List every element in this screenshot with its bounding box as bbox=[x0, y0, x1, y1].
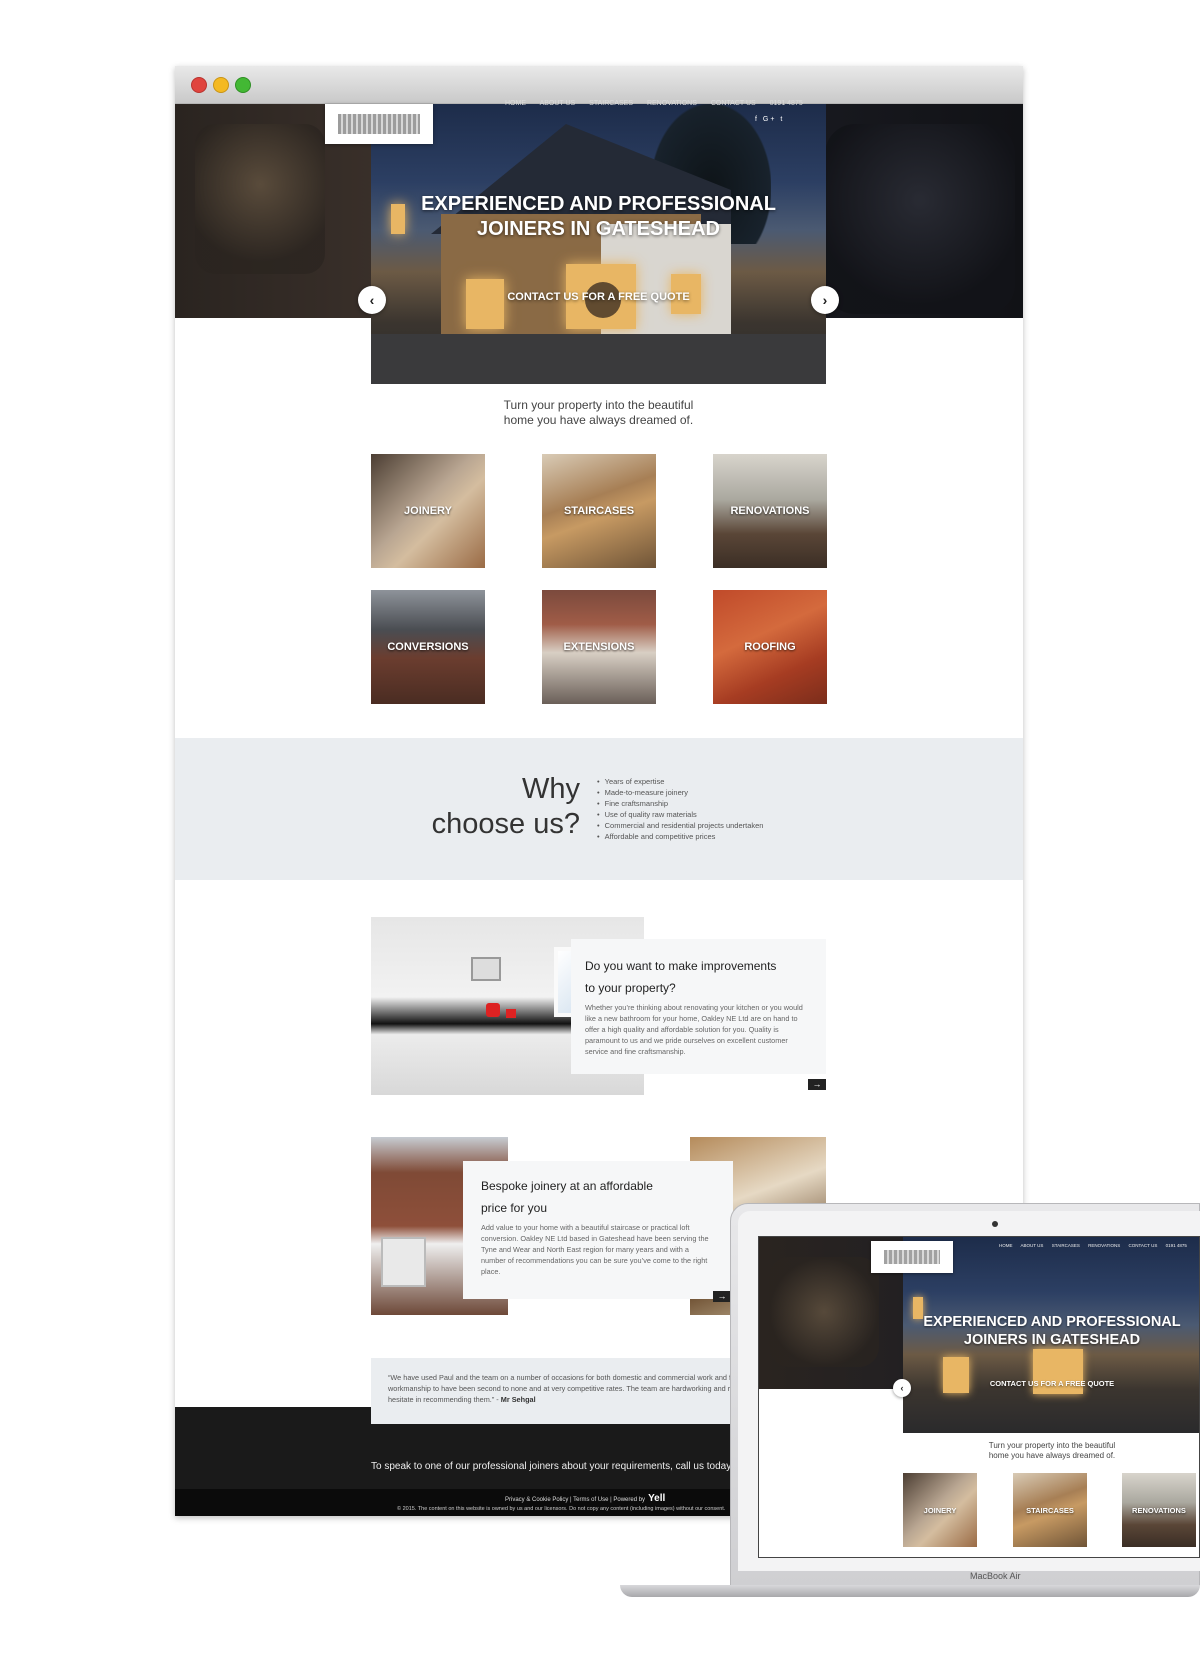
laptop-top-navigation: HOME ABOUT US STAIRCASES RENOVATIONS CON… bbox=[999, 1243, 1187, 1248]
laptop-mockup: HOME ABOUT US STAIRCASES RENOVATIONS CON… bbox=[620, 1203, 1200, 1597]
laptop-site-logo[interactable] bbox=[871, 1241, 953, 1273]
laptop-tile-renovations[interactable]: RENOVATIONS bbox=[1122, 1473, 1196, 1547]
arrow-right-icon[interactable]: → bbox=[713, 1291, 731, 1302]
logo-mark bbox=[338, 114, 420, 134]
nav-contact-us[interactable]: CONTACT US bbox=[711, 100, 756, 107]
list-item: Years of expertise bbox=[597, 776, 763, 787]
top-navigation: HOME ABOUT US STAIRCASES RENOVATIONS CON… bbox=[505, 100, 815, 110]
testimonial-author: Mr Sehgal bbox=[500, 1395, 536, 1404]
nav-renovations[interactable]: RENOVATIONS bbox=[647, 100, 697, 107]
service-tile-extensions[interactable]: EXTENSIONS bbox=[542, 590, 656, 704]
why-choose-us-section: Why choose us? Years of expertise Made-t… bbox=[175, 738, 1023, 880]
nav-home[interactable]: HOME bbox=[505, 100, 526, 107]
hero-image bbox=[371, 104, 826, 384]
list-item: Fine craftsmanship bbox=[597, 798, 763, 809]
laptop-tile-joinery[interactable]: JOINERY bbox=[903, 1473, 977, 1547]
browser-toolbar bbox=[175, 66, 1023, 104]
hero-cta-button[interactable]: CONTACT US FOR A FREE QUOTE bbox=[371, 291, 826, 303]
maximize-window-button[interactable] bbox=[235, 77, 251, 93]
service-tile-joinery[interactable]: JOINERY bbox=[371, 454, 485, 568]
laptop-tagline: Turn your property into the beautiful ho… bbox=[988, 1441, 1116, 1460]
laptop-hero-title: EXPERIENCED AND PROFESSIONAL JOINERS IN … bbox=[923, 1314, 1181, 1348]
list-item: Made-to-measure joinery bbox=[597, 787, 763, 798]
list-item: Commercial and residential projects unde… bbox=[597, 820, 764, 831]
slider-next-icon[interactable]: › bbox=[811, 286, 839, 314]
laptop-screen: HOME ABOUT US STAIRCASES RENOVATIONS CON… bbox=[758, 1236, 1200, 1558]
tagline: Turn your property into the beautiful ho… bbox=[503, 398, 694, 427]
improvements-heading: Do you want to make improvements to your … bbox=[585, 959, 777, 995]
service-tile-staircases[interactable]: STAIRCASES bbox=[542, 454, 656, 568]
footer-links[interactable]: Privacy & Cookie Policy | Terms of Use |… bbox=[505, 1493, 665, 1504]
nav-staircases[interactable]: STAIRCASES bbox=[589, 100, 633, 107]
close-window-button[interactable] bbox=[191, 77, 207, 93]
social-icons[interactable]: f G+ t bbox=[755, 116, 784, 123]
bespoke-joinery-card: Bespoke joinery at an affordable price fo… bbox=[463, 1161, 733, 1299]
list-item: Use of quality raw materials bbox=[597, 809, 763, 820]
why-list: Years of expertise Made-to-measure joine… bbox=[597, 776, 764, 842]
nav-about-us[interactable]: ABOUT US bbox=[540, 100, 576, 107]
nav-phone[interactable]: 0191 4875 bbox=[770, 100, 803, 107]
list-item: Affordable and competitive prices bbox=[597, 831, 763, 842]
service-tile-conversions[interactable]: CONVERSIONS bbox=[371, 590, 485, 704]
improvements-card: Do you want to make improvements to your … bbox=[571, 939, 826, 1074]
yell-logo[interactable]: Yell bbox=[648, 1493, 665, 1504]
service-tile-roofing[interactable]: ROOFING bbox=[713, 590, 827, 704]
slider-prev-icon[interactable]: ‹ bbox=[358, 286, 386, 314]
copyright: © 2015. The content on this website is o… bbox=[397, 1506, 726, 1512]
laptop-slider-prev-icon[interactable]: ‹ bbox=[893, 1379, 911, 1397]
service-tile-renovations[interactable]: RENOVATIONS bbox=[713, 454, 827, 568]
laptop-base bbox=[620, 1585, 1200, 1597]
improvements-body: Whether you’re thinking about renovating… bbox=[585, 1003, 803, 1056]
laptop-tile-staircases[interactable]: STAIRCASES bbox=[1013, 1473, 1087, 1547]
hero-title: EXPERIENCED AND PROFESSIONAL JOINERS IN … bbox=[421, 193, 776, 240]
bespoke-body: Add value to your home with a beautiful … bbox=[481, 1223, 709, 1276]
camera-icon bbox=[992, 1221, 998, 1227]
laptop-hero-cta[interactable]: CONTACT US FOR A FREE QUOTE bbox=[903, 1379, 1199, 1388]
site-logo[interactable] bbox=[325, 104, 433, 144]
bespoke-heading: Bespoke joinery at an affordable price fo… bbox=[481, 1179, 653, 1215]
arrow-right-icon[interactable]: → bbox=[808, 1079, 826, 1090]
why-heading: Why choose us? bbox=[431, 773, 580, 840]
laptop-model-label: MacBook Air bbox=[970, 1571, 1021, 1581]
minimize-window-button[interactable] bbox=[213, 77, 229, 93]
